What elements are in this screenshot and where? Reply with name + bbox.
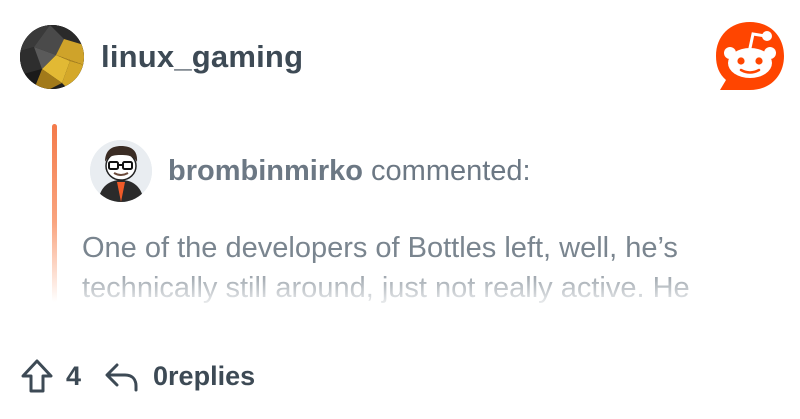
reddit-logo-icon: [716, 22, 784, 90]
commenter-avatar[interactable]: [90, 140, 152, 202]
comment-action-text: commented:: [371, 154, 531, 187]
snoo-avatar-icon: [90, 140, 152, 202]
upvote-button[interactable]: 4: [20, 358, 81, 394]
replies-button[interactable]: 0replies: [103, 359, 255, 393]
post-footer: 4 0replies: [20, 356, 255, 396]
reply-arrow-icon: [105, 363, 138, 392]
upvote-arrow-icon: [21, 359, 53, 393]
replies-count: 0replies: [153, 360, 256, 391]
comment-author[interactable]: brombinmirko: [168, 155, 363, 187]
post-header: linux_gaming: [20, 25, 303, 89]
quote-bar: [52, 124, 57, 302]
commenter-line: brombinmirko commented:: [168, 155, 531, 188]
subreddit-name[interactable]: linux_gaming: [101, 39, 303, 75]
subreddit-avatar[interactable]: [20, 25, 84, 89]
commenter-row: brombinmirko commented:: [90, 140, 531, 202]
penguin-avatar-icon: [20, 25, 84, 89]
upvote-count: 4: [66, 360, 82, 391]
comment-body: One of the developers of Bottles left, w…: [82, 232, 690, 304]
